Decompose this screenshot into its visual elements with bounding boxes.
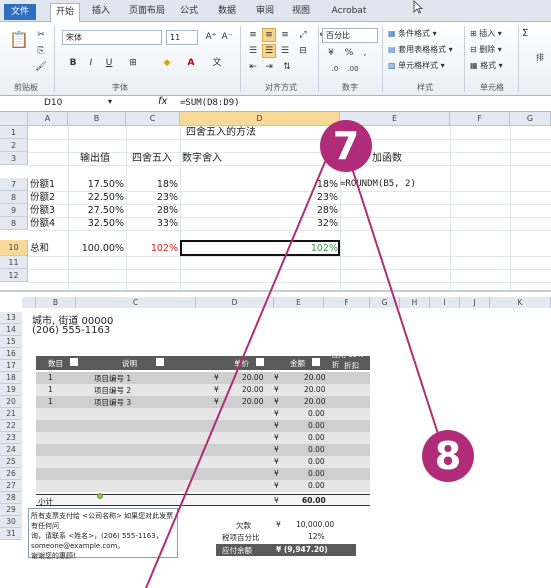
callout-badge-8: 8 [422,430,474,482]
callout-line-8 [351,167,441,441]
callout-line-7 [145,149,331,588]
callout-badge-7: 7 [320,120,372,172]
callout-lines [145,149,441,588]
